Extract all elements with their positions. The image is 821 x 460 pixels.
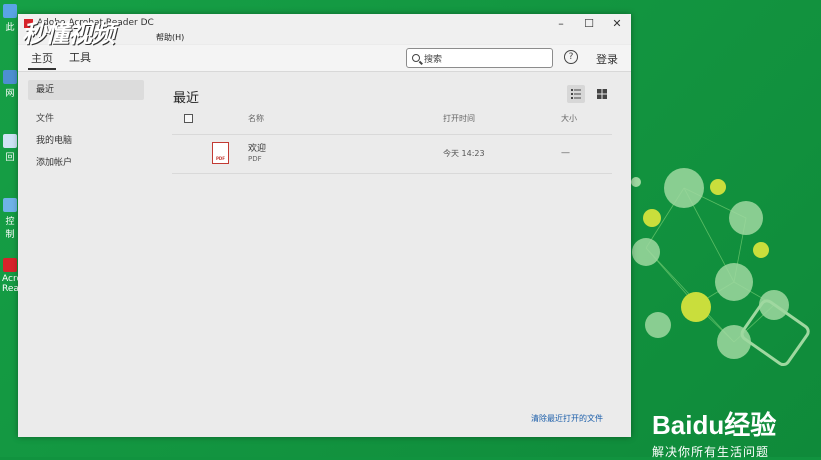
column-size[interactable]: 大小: [561, 113, 577, 124]
menu-help[interactable]: 帮助(H): [156, 33, 184, 42]
baidu-brand: Baidu经验: [652, 410, 777, 440]
sidebar-section-files: 文件: [36, 114, 55, 124]
file-opened-time: 今天 14:23: [443, 149, 485, 158]
file-size: —: [561, 148, 570, 158]
column-opened[interactable]: 打开时间: [443, 113, 475, 124]
select-all-checkbox[interactable]: [184, 114, 193, 123]
decorative-network-illustration: [631, 168, 810, 367]
sidebar: 最近 文件 我的电脑 添加帐户: [18, 72, 158, 437]
search-input[interactable]: 搜索: [406, 48, 553, 68]
desktop-icon-this-pc[interactable]: 此: [2, 4, 18, 33]
network-icon: [3, 70, 17, 84]
column-name[interactable]: 名称: [248, 113, 264, 124]
desktop-icon-label: 回: [5, 153, 15, 163]
desktop-icon-control-panel[interactable]: 控制: [2, 198, 18, 240]
minimize-button[interactable]: –: [547, 14, 575, 32]
sidebar-item-add-account[interactable]: 添加帐户: [18, 152, 158, 174]
video-watermark: 秒懂视频: [22, 20, 115, 48]
list-view-icon[interactable]: [567, 85, 585, 103]
close-button[interactable]: ✕: [603, 14, 631, 32]
file-type: PDF: [248, 155, 262, 163]
toolbar: 主页 工具 搜索 ? 登录: [18, 45, 631, 72]
desktop-icon-recycle-bin[interactable]: 回: [2, 134, 18, 163]
page-title: 最近: [173, 91, 200, 106]
table-header: 名称 打开时间 大小: [172, 108, 612, 133]
baidu-branding: Baidu经验 解决你所有生活问题: [652, 405, 776, 460]
desktop-icon-network[interactable]: 网: [2, 70, 18, 99]
window-controls: – ☐ ✕: [547, 14, 631, 32]
clear-recent-files-link[interactable]: 清除最近打开的文件: [531, 413, 603, 424]
login-button[interactable]: 登录: [596, 51, 618, 67]
desktop-icon-acrobat[interactable]: Acro Read: [2, 258, 25, 294]
sidebar-item-my-computer[interactable]: 我的电脑: [18, 130, 158, 152]
monitor-icon: [3, 4, 17, 18]
pdf-icon-label: PDF: [216, 156, 225, 161]
baidu-slogan: 解决你所有生活问题: [652, 445, 770, 459]
tab-home[interactable]: 主页: [28, 46, 56, 70]
desktop-icon-label: 网: [5, 89, 15, 99]
search-icon: [412, 54, 420, 62]
acrobat-window: Adobe Acrobat Reader DC – ☐ ✕ 帮助(H) 主页 工…: [18, 14, 631, 437]
recycle-bin-icon: [3, 134, 17, 148]
pdf-file-icon: PDF: [212, 142, 229, 164]
table-row[interactable]: PDF 欢迎 PDF 今天 14:23 —: [172, 134, 612, 174]
search-placeholder: 搜索: [424, 54, 443, 65]
desktop-icon-label: 控制: [5, 217, 15, 240]
main-content: 最近 名称 打开时间 大小 PDF 欢迎 PDF 今天 14:23 — 清除最近…: [172, 72, 612, 437]
help-icon[interactable]: ?: [564, 50, 578, 64]
control-panel-icon: [3, 198, 17, 212]
maximize-button[interactable]: ☐: [575, 14, 603, 32]
grid-view-icon[interactable]: [593, 85, 611, 103]
sidebar-item-recent[interactable]: 最近: [28, 80, 144, 100]
file-name: 欢迎: [248, 144, 267, 154]
desktop-icon-label: 此: [5, 23, 15, 33]
acrobat-icon: [3, 258, 17, 272]
